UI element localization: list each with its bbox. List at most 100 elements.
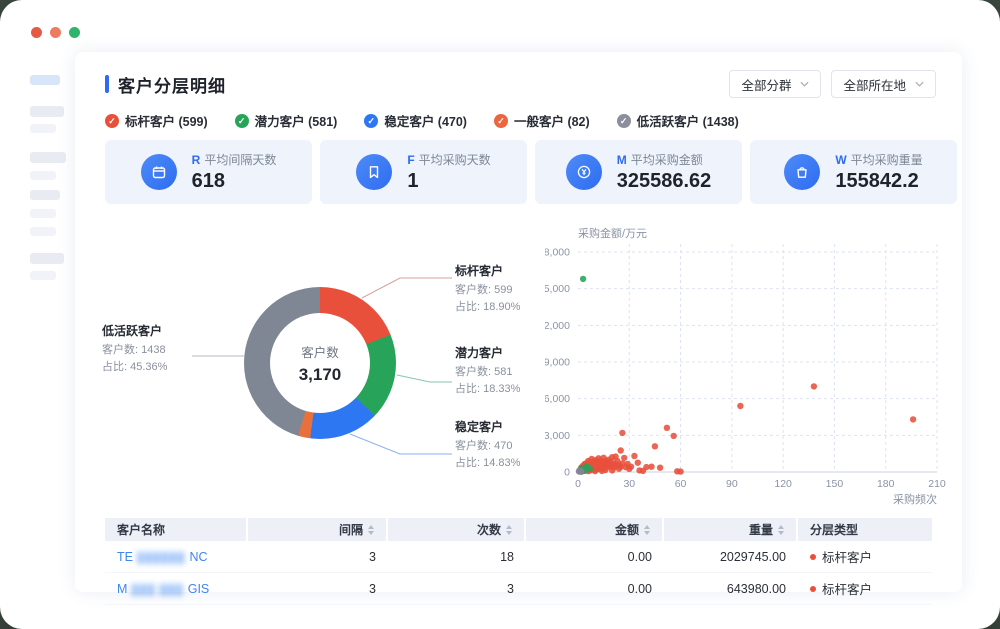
location-filter-dropdown[interactable]: 全部所在地 xyxy=(831,70,936,98)
cell-type: 标杆客户 xyxy=(822,579,872,598)
svg-text:18,000: 18,000 xyxy=(545,247,570,259)
app-window: 客户分层明细 全部分群 全部所在地 ✓标杆客户 (599)✓潜力客户 (581)… xyxy=(0,0,1000,629)
svg-text:3,000: 3,000 xyxy=(545,430,570,442)
stat-value: 1 xyxy=(407,170,490,193)
cell-type: 标杆客户 xyxy=(822,547,872,566)
table-row: TE██████NC3180.002029745.00标杆客户 xyxy=(105,541,932,573)
column-label: 分层类型 xyxy=(810,521,858,538)
scatter-point-标杆客户 xyxy=(624,461,630,467)
donut-chart-section: 客户数 3,170 标杆客户 客户数: 599 占比: 18.90% 潜力客户 客… xyxy=(100,222,550,514)
sort-icon[interactable] xyxy=(368,525,374,535)
svg-text:12,000: 12,000 xyxy=(545,320,570,332)
legend-item-潜力客户[interactable]: ✓潜力客户 (581) xyxy=(235,111,338,130)
cell-amount: 0.00 xyxy=(628,582,652,596)
stat-value: 618 xyxy=(192,170,277,193)
sidebar-skeleton-item[interactable] xyxy=(30,171,56,180)
sidebar-skeleton-item[interactable] xyxy=(30,227,56,236)
page-title: 客户分层明细 xyxy=(118,72,226,97)
donut-callout-标杆客户: 标杆客户 客户数: 599 占比: 18.90% xyxy=(455,262,520,316)
sidebar-skeleton-item[interactable] xyxy=(30,152,66,163)
column-header-间隔[interactable]: 间隔 xyxy=(248,518,388,541)
type-dot-icon xyxy=(810,554,816,560)
legend-label: 标杆客户 (599) xyxy=(125,111,208,130)
column-header-次数[interactable]: 次数 xyxy=(388,518,526,541)
yen-icon xyxy=(566,154,602,190)
segment-filter-dropdown[interactable]: 全部分群 xyxy=(729,70,821,98)
callout-count: 客户数: 470 xyxy=(455,440,512,452)
column-label: 次数 xyxy=(477,521,501,538)
type-dot-icon xyxy=(810,586,816,592)
title-accent-bar xyxy=(105,75,109,93)
sort-icon[interactable] xyxy=(506,525,512,535)
redacted-text: ███ ███ xyxy=(131,585,183,596)
sidebar-skeleton-item[interactable] xyxy=(30,106,64,117)
svg-text:90: 90 xyxy=(726,478,738,490)
column-label: 间隔 xyxy=(339,521,363,538)
scatter-chart[interactable]: 03,0006,0009,00012,00015,00018,000030609… xyxy=(545,225,950,505)
callout-pct: 占比: 18.90% xyxy=(455,301,520,313)
customer-name-link[interactable]: M███ ███GIS xyxy=(117,582,209,596)
scatter-point-低活跃客户 xyxy=(578,469,584,475)
column-header-客户名称: 客户名称 xyxy=(105,518,248,541)
panel-header: 客户分层明细 全部分群 全部所在地 xyxy=(105,70,936,98)
sort-icon[interactable] xyxy=(644,525,650,535)
maximize-window-icon[interactable] xyxy=(69,27,80,38)
dashboard-panel: 客户分层明细 全部分群 全部所在地 ✓标杆客户 (599)✓潜力客户 (581)… xyxy=(75,52,962,592)
segment-filter-label: 全部分群 xyxy=(741,75,791,94)
filters: 全部分群 全部所在地 xyxy=(729,70,936,98)
stat-value: 325586.62 xyxy=(617,170,712,193)
scatter-point-标杆客户 xyxy=(619,430,625,436)
chevron-down-icon xyxy=(800,81,809,87)
sidebar-skeleton-item[interactable] xyxy=(30,271,56,280)
callout-title: 潜力客户 xyxy=(455,344,520,363)
sidebar-skeleton-item[interactable] xyxy=(30,75,60,85)
callout-count: 客户数: 1438 xyxy=(102,344,166,356)
sidebar-skeleton-item[interactable] xyxy=(30,209,56,218)
svg-text:120: 120 xyxy=(774,478,792,490)
donut-center-label: 客户数 xyxy=(301,342,339,361)
donut-center-value: 3,170 xyxy=(299,365,342,385)
sort-icon[interactable] xyxy=(778,525,784,535)
close-window-icon[interactable] xyxy=(31,27,42,38)
check-circle-icon: ✓ xyxy=(235,114,249,128)
stat-label: F平均采购天数 xyxy=(407,151,490,168)
customer-name-link[interactable]: TE██████NC xyxy=(117,550,208,564)
minimize-window-icon[interactable] xyxy=(50,27,61,38)
svg-text:9,000: 9,000 xyxy=(545,357,570,369)
donut-callout-潜力客户: 潜力客户 客户数: 581 占比: 18.33% xyxy=(455,344,520,398)
donut-chart[interactable]: 客户数 3,170 xyxy=(244,287,396,439)
calendar-icon xyxy=(141,154,177,190)
donut-center: 客户数 3,170 xyxy=(270,313,370,413)
table-row: M███ ███GIS330.00643980.00标杆客户 xyxy=(105,573,932,605)
legend-label: 稳定客户 (470) xyxy=(384,111,467,130)
sidebar-skeleton-item[interactable] xyxy=(30,124,56,133)
callout-title: 稳定客户 xyxy=(455,418,520,437)
scatter-point-标杆客户 xyxy=(657,465,663,471)
legend-item-低活跃客户[interactable]: ✓低活跃客户 (1438) xyxy=(617,111,739,130)
sidebar-skeleton-item[interactable] xyxy=(30,190,60,200)
redacted-text: ██████ xyxy=(137,553,186,564)
stat-label: R平均间隔天数 xyxy=(192,151,277,168)
scatter-point-标杆客户 xyxy=(635,460,641,466)
scatter-point-潜力客户 xyxy=(580,276,586,282)
stat-card-R: R平均间隔天数 618 xyxy=(105,140,312,204)
svg-text:60: 60 xyxy=(675,478,687,490)
check-circle-icon: ✓ xyxy=(494,114,508,128)
legend-item-标杆客户[interactable]: ✓标杆客户 (599) xyxy=(105,111,208,130)
svg-text:180: 180 xyxy=(877,478,895,490)
stat-label: W平均采购重量 xyxy=(835,151,922,168)
customer-table: 客户名称 间隔 次数 金额重量分层类型 TE██████NC3180.00202974… xyxy=(105,518,932,605)
scatter-chart-section: 03,0006,0009,00012,00015,00018,000030609… xyxy=(545,225,950,505)
sidebar-skeleton-item[interactable] xyxy=(30,253,64,264)
column-header-分层类型: 分层类型 xyxy=(798,518,932,541)
chevron-down-icon xyxy=(915,81,924,87)
column-header-金额[interactable]: 金额 xyxy=(526,518,664,541)
scatter-point-标杆客户 xyxy=(652,443,658,449)
legend-item-一般客户[interactable]: ✓一般客户 (82) xyxy=(494,111,590,130)
cell-interval: 3 xyxy=(369,582,376,596)
legend-item-稳定客户[interactable]: ✓稳定客户 (470) xyxy=(364,111,467,130)
donut-callout-低活跃客户: 低活跃客户 客户数: 1438 占比: 45.36% xyxy=(102,322,167,376)
window-controls xyxy=(31,27,80,38)
column-header-重量[interactable]: 重量 xyxy=(664,518,798,541)
callout-title: 低活跃客户 xyxy=(102,322,167,341)
